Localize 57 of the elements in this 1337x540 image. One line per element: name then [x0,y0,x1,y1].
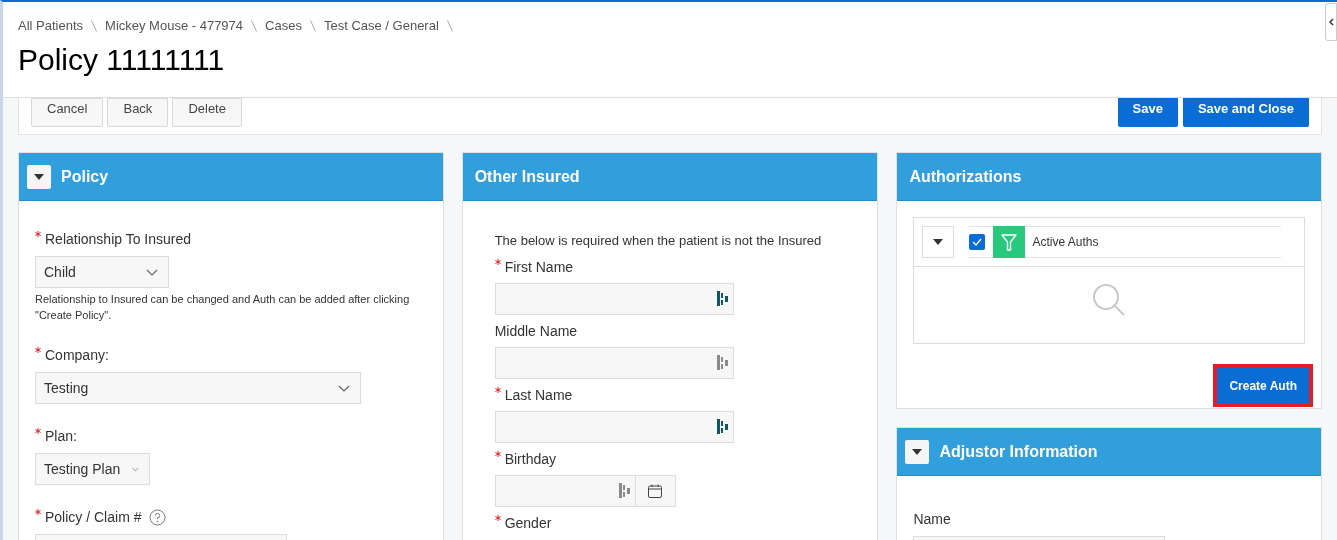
select-field[interactable]: Testing [35,372,361,404]
chevron-down-icon [132,465,139,473]
field-label: First Name [504,257,574,277]
page-title: Policy 11111111 [18,41,226,78]
breadcrumb-separator-icon [91,19,98,32]
text-field[interactable] [494,346,734,379]
primary-button[interactable]: Save [1117,98,1178,127]
actions-menu-button[interactable] [922,226,955,258]
panel-title: Authorizations [908,166,1022,187]
filter-label: Active Auths [1032,234,1099,251]
help-icon[interactable] [149,509,167,526]
field-label: Company: [45,346,109,365]
calendar-icon [648,483,663,498]
toolbar-button[interactable]: Back [107,98,169,127]
chevron-left-icon [1328,18,1334,26]
breadcrumb-link[interactable]: All Patients [18,16,84,36]
field-label: Name [913,510,951,529]
primary-button[interactable]: Save and Close [1182,98,1309,127]
breadcrumb-link[interactable]: Cases [265,16,302,36]
collapse-button[interactable] [27,164,51,189]
breadcrumb-separator-icon [251,19,258,32]
text-field[interactable] [494,410,734,443]
field-label: Relationship To Insured [45,230,192,249]
panel-title: Adjustor Information [939,441,1098,462]
field-label: Birthday [504,449,556,469]
caret-icon [912,448,923,455]
caret-icon [34,173,44,180]
side-panel-toggle[interactable] [1325,3,1337,41]
select-field[interactable]: Child [35,256,169,288]
toolbar-button[interactable]: Cancel [31,98,104,127]
breadcrumb-link[interactable]: Test Case / General [323,16,439,36]
calendar-button[interactable] [635,474,676,507]
chevron-down-icon [146,268,158,276]
check-icon [972,238,983,246]
date-field[interactable] [494,474,636,507]
panel-title: Other Insured [473,166,580,187]
create-auth-button[interactable]: Create Auth [1217,368,1309,403]
field-label: Plan: [45,427,77,446]
search-icon [1092,283,1127,317]
help-text: Relationship to Insured can be changed and Auth can be added after clicking "Create Policy". [35,292,411,323]
instruction-text: The below is required when the patient is not the Insured [494,232,823,250]
breadcrumb-separator-icon [309,19,316,32]
field-label: Gender [504,513,552,533]
caret-icon [933,239,944,245]
field-label: Last Name [504,385,573,405]
text-field[interactable] [494,282,734,315]
select-field[interactable]: Testing Plan [35,453,150,485]
chevron-down-icon [338,384,350,392]
toolbar-button[interactable]: Delete [172,98,242,127]
panel-title: Policy [61,166,109,187]
collapse-button[interactable] [905,439,930,464]
filter-icon [1001,233,1018,251]
breadcrumb-link[interactable]: Mickey Mouse - 477974 [105,16,244,36]
breadcrumb-separator-icon [446,19,453,32]
filter-checkbox[interactable] [969,234,986,250]
field-label: Policy / Claim # [45,508,142,527]
field-label: Middle Name [494,321,578,341]
